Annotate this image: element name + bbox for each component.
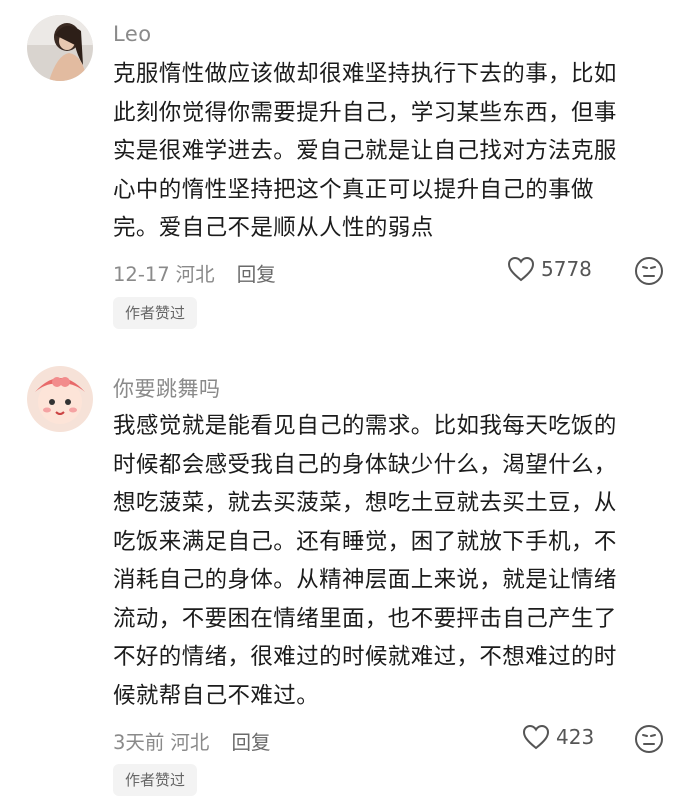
comment-text-line: 消耗自己的身体。从精神层面上来说，就是让情绪 (113, 567, 617, 593)
comment-text-line: 候就帮自己不难过。 (113, 682, 320, 709)
comment-text-line: 时候都会感受我自己的身体缺少什么，渴望什么， (113, 451, 617, 478)
comment-date: 3天前 (113, 731, 165, 754)
author-liked-badge: 作者赞过 (113, 764, 198, 796)
avatar[interactable] (27, 366, 93, 432)
comment-text: 我感觉就是能看见自己的需求。比如我每天吃饭的 时候都会感受我自己的身体缺少什么，… (113, 407, 673, 715)
comment-item: 你要跳舞吗 我感觉就是能看见自己的需求。比如我每天吃饭的 时候都会感受我自己的身… (0, 0, 690, 811)
comment-meta: 3天前 河北 回复 (113, 726, 286, 755)
comment-location: 河北 (170, 731, 210, 754)
comment-text-line: 我感觉就是能看见自己的需求。比如我每天吃饭的 (113, 413, 617, 439)
reply-button[interactable]: 回复 (231, 731, 270, 754)
comment-text-line: 流动，不要困在情绪里面，也不要抨击自己产生了 (113, 605, 617, 632)
comment-text-line: 不好的情绪，很难过的时候就难过，不想难过的时 (113, 644, 617, 670)
like-button[interactable]: 423 (522, 724, 594, 750)
comment-text-line: 想吃菠菜，就去买菠菜，想吃土豆就去买土豆，从 (113, 490, 617, 516)
meh-face-icon[interactable] (634, 724, 664, 754)
heart-outline-icon (522, 724, 550, 750)
username[interactable]: 你要跳舞吗 (113, 373, 221, 403)
like-count: 423 (556, 725, 595, 749)
comment-text-line: 吃饭来满足自己。还有睡觉，困了就放下手机，不 (113, 528, 617, 555)
